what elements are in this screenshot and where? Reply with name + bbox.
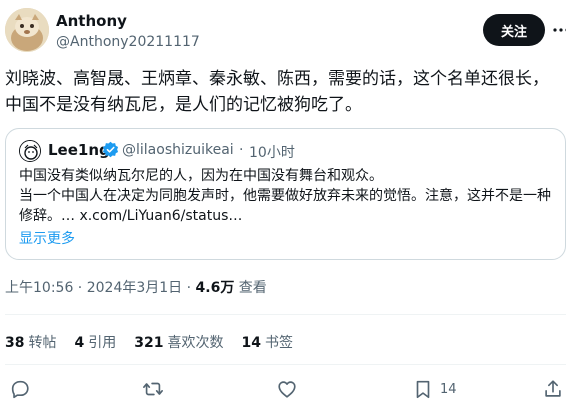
tweet-text: 刘晓波、高智晟、王炳章、秦永敏、陈西，需要的话，这个名单还很长，中国不是没有纳瓦… (5, 69, 549, 115)
author-avatar[interactable] (5, 8, 49, 52)
action-bar: 14 (0, 373, 566, 407)
verified-badge-icon (102, 141, 119, 162)
views-label: 查看 (234, 280, 267, 296)
quoted-tweet-text: 中国没有类似纳瓦尔尼的人，因为在中国没有舞台和观众。 当一个中国人在决定为同胞发… (19, 166, 559, 226)
quoted-timestamp[interactable]: 10小时 (249, 142, 295, 162)
heart-icon (278, 381, 296, 398)
engagement-stats: 38 转帖 4 引用 321 喜欢次数 14 书签 (5, 332, 293, 352)
quoted-author-handle[interactable]: @lilaoshizuikeai (122, 142, 234, 158)
quotes-label: 引用 (88, 335, 117, 351)
bookmark-button[interactable]: 14 (412, 378, 457, 400)
tweet-time[interactable]: 上午10:56 (5, 280, 73, 296)
quoted-text-line: 当一个中国人在决定为同胞发声时，他需要做好放弃未来的觉悟。注意，这并不是一种修辞… (19, 188, 551, 224)
tweet-meta: 上午10:56 · 2024年3月1日 · 4.6万 查看 (5, 277, 267, 297)
quotes-stat[interactable]: 4 引用 (74, 332, 116, 352)
quoted-text-line: 中国没有类似纳瓦尔尼的人，因为在中国没有舞台和观众。 (19, 168, 383, 184)
likes-stat[interactable]: 321 喜欢次数 (134, 332, 223, 352)
retweet-icon (143, 382, 163, 396)
bookmarks-label: 书签 (264, 335, 293, 351)
tweet-date[interactable]: 2024年3月1日 (87, 280, 182, 296)
reply-icon (11, 380, 29, 399)
share-icon (545, 380, 561, 397)
bookmark-count: 14 (440, 381, 457, 397)
author-display-name[interactable]: Anthony (56, 12, 127, 30)
likes-count: 321 (134, 335, 164, 351)
meta-separator: · (73, 280, 87, 296)
divider (5, 364, 566, 365)
reply-button[interactable] (9, 378, 31, 400)
bookmarks-count: 14 (241, 335, 261, 351)
retweets-label: 转帖 (28, 335, 57, 351)
separator-dot: · (239, 142, 244, 158)
quoted-tweet[interactable]: Lee1ng @lilaoshizuikeai · 10小时 中国没有类似纳瓦尔… (5, 128, 566, 260)
retweets-count: 38 (5, 335, 25, 351)
bookmarks-stat[interactable]: 14 书签 (241, 332, 292, 352)
show-more-link[interactable]: 显示更多 (19, 228, 75, 248)
more-options-icon[interactable] (551, 16, 566, 44)
retweets-stat[interactable]: 38 转帖 (5, 332, 56, 352)
views-count: 4.6万 (195, 280, 235, 296)
meta-separator: · (182, 280, 196, 296)
divider (5, 314, 566, 315)
bookmark-icon (416, 380, 430, 399)
quotes-count: 4 (74, 335, 85, 351)
tweet-header: Anthony @Anthony20211117 关注 (0, 0, 566, 60)
retweet-button[interactable] (142, 378, 164, 400)
author-handle[interactable]: @Anthony20211117 (56, 34, 200, 50)
share-button[interactable] (542, 378, 564, 400)
quoted-author-name[interactable]: Lee1ng (48, 141, 110, 159)
quoted-avatar-image (20, 141, 40, 161)
quoted-author-avatar[interactable] (19, 140, 41, 162)
likes-label: 喜欢次数 (167, 335, 224, 351)
like-button[interactable] (276, 378, 298, 400)
avatar-image (5, 8, 49, 52)
follow-button[interactable]: 关注 (483, 14, 545, 46)
